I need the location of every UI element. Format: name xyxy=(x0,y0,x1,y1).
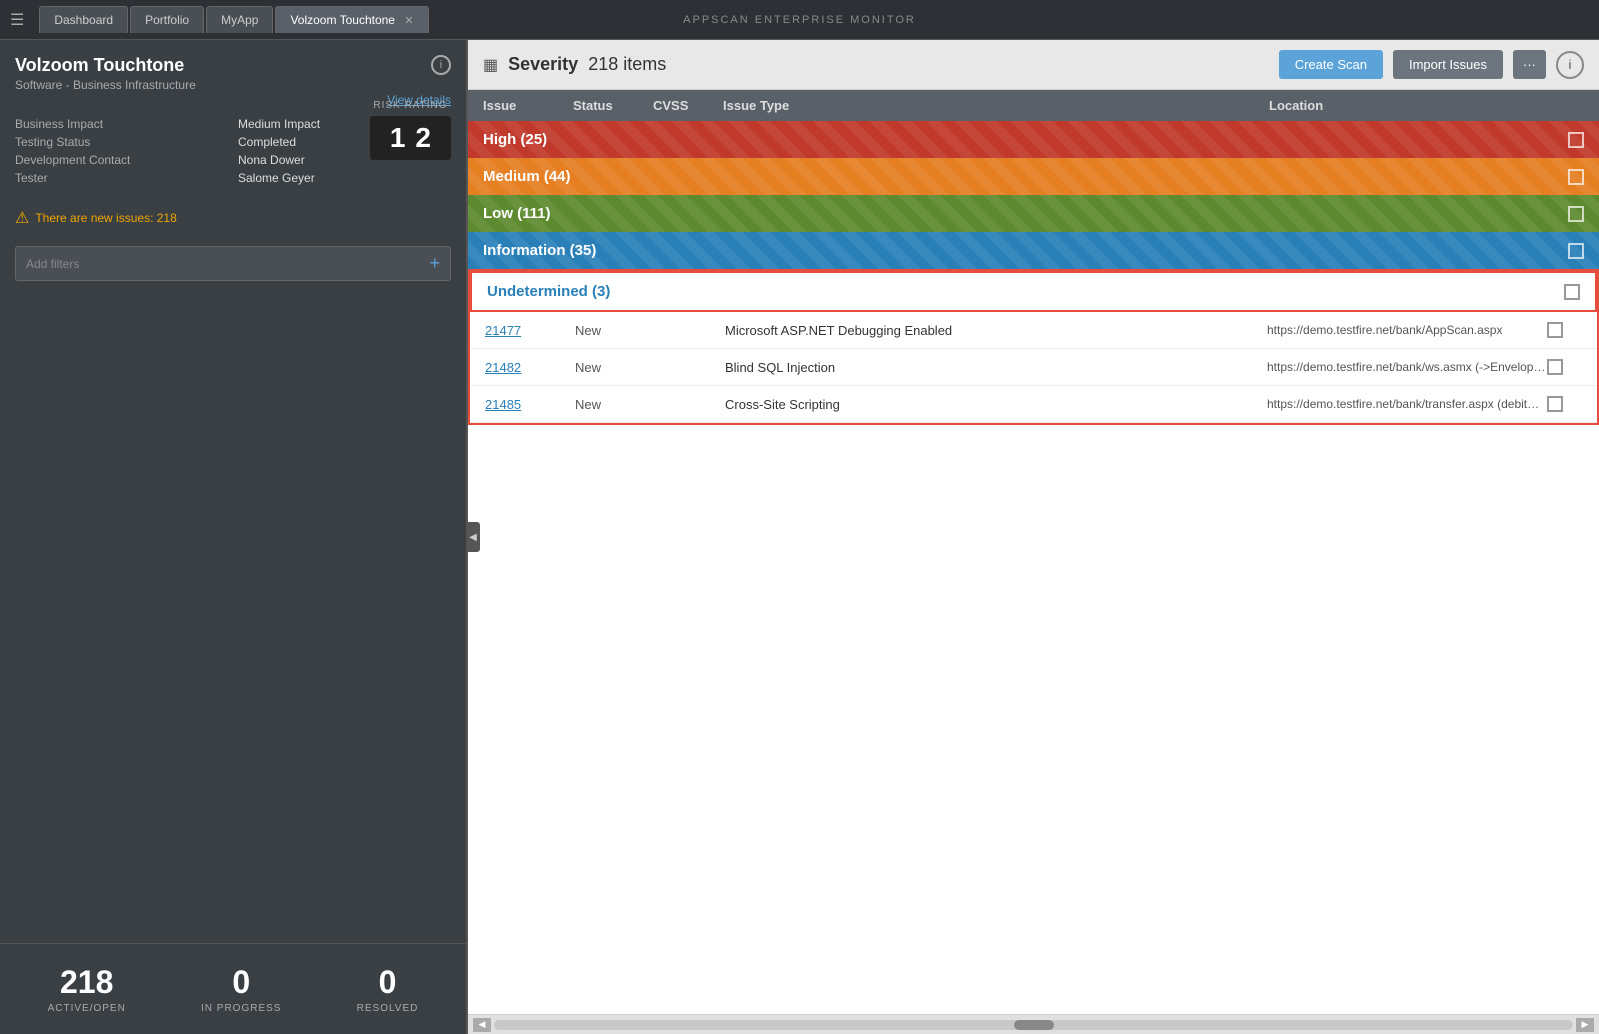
info-checkbox[interactable] xyxy=(1568,243,1584,259)
low-checkbox[interactable] xyxy=(1568,206,1584,222)
stat-resolved: 0 RESOLVED xyxy=(357,964,419,1014)
meta-label-3: Tester xyxy=(15,171,228,185)
table-icon: ▦ xyxy=(483,55,498,75)
stat-active-number: 218 xyxy=(48,964,126,1001)
issue-status-2: New xyxy=(575,397,655,412)
risk-rating-label: RISK RATING xyxy=(370,100,451,111)
issue-checkbox-2[interactable] xyxy=(1547,396,1563,412)
scroll-thumb xyxy=(1014,1020,1054,1030)
table-row: 21485 New Cross-Site Scripting https://d… xyxy=(470,386,1597,423)
issues-toolbar: ▦ Severity 218 items Create Scan Import … xyxy=(468,40,1599,90)
close-tab-icon[interactable]: ✕ xyxy=(404,15,413,27)
app-info-icon[interactable]: i xyxy=(431,55,451,75)
issue-id-1[interactable]: 21482 xyxy=(485,360,575,375)
risk-number-2: 2 xyxy=(415,122,431,154)
info-label: Information (35) xyxy=(483,242,596,259)
warning-bar: ⚠ There are new issues: 218 xyxy=(15,200,451,236)
stat-inprogress-number: 0 xyxy=(201,964,281,1001)
col-issue-type: Issue Type xyxy=(723,98,1269,113)
issue-checkbox-1[interactable] xyxy=(1547,359,1563,375)
tab-portfolio[interactable]: Portfolio xyxy=(130,6,204,33)
issue-type-0: Microsoft ASP.NET Debugging Enabled xyxy=(725,323,1267,338)
meta-value-3: Salome Geyer xyxy=(238,171,451,185)
issue-checkbox-0[interactable] xyxy=(1547,322,1563,338)
tab-volzoom[interactable]: Volzoom Touchtone ✕ xyxy=(275,6,428,33)
severity-row-low[interactable]: Low (111) xyxy=(468,195,1599,232)
severity-row-high[interactable]: High (25) xyxy=(468,121,1599,158)
tab-myapp[interactable]: MyApp xyxy=(206,6,273,33)
col-checkbox-header xyxy=(1549,98,1584,113)
stat-resolved-label: RESOLVED xyxy=(357,1003,419,1014)
high-checkbox[interactable] xyxy=(1568,132,1584,148)
issue-status-1: New xyxy=(575,360,655,375)
issue-status-0: New xyxy=(575,323,655,338)
app-name-row: Volzoom Touchtone i xyxy=(15,55,451,76)
filter-placeholder: Add filters xyxy=(26,257,79,271)
undetermined-section: Undetermined (3) 21477 New Microsoft ASP… xyxy=(468,269,1599,425)
top-bar: ☰ Dashboard Portfolio MyApp Volzoom Touc… xyxy=(0,0,1599,40)
issue-id-0[interactable]: 21477 xyxy=(485,323,575,338)
issue-location-1: https://demo.testfire.net/bank/ws.asmx (… xyxy=(1267,360,1547,374)
items-count: 218 items xyxy=(588,54,666,75)
issue-location-2: https://demo.testfire.net/bank/transfer.… xyxy=(1267,397,1547,411)
severity-row-info[interactable]: Information (35) xyxy=(468,232,1599,269)
app-subtitle: Software - Business Infrastructure xyxy=(15,78,451,92)
app-title: APPSCAN ENTERPRISE MONITOR xyxy=(683,14,916,26)
toolbar-info-icon[interactable]: i xyxy=(1556,51,1584,79)
risk-numbers: 1 2 xyxy=(370,116,451,160)
col-status: Status xyxy=(573,98,653,113)
table-header: Issue Status CVSS Issue Type Location xyxy=(468,90,1599,121)
collapse-arrow[interactable]: ◀ xyxy=(466,522,480,552)
issue-type-1: Blind SQL Injection xyxy=(725,360,1267,375)
scroll-left-button[interactable]: ◀ xyxy=(473,1018,491,1032)
meta-label-1: Testing Status xyxy=(15,135,228,149)
scroll-right-button[interactable]: ▶ xyxy=(1576,1018,1594,1032)
warning-icon: ⚠ xyxy=(15,208,29,228)
col-issue: Issue xyxy=(483,98,573,113)
low-label: Low (111) xyxy=(483,205,551,222)
severity-row-medium[interactable]: Medium (44) xyxy=(468,158,1599,195)
filter-bar[interactable]: Add filters + xyxy=(15,246,451,281)
left-content: Volzoom Touchtone i Software - Business … xyxy=(0,40,466,943)
medium-checkbox[interactable] xyxy=(1568,169,1584,185)
issue-type-2: Cross-Site Scripting xyxy=(725,397,1267,412)
tab-bar: Dashboard Portfolio MyApp Volzoom Toucht… xyxy=(39,6,428,33)
bottom-stats: 218 ACTIVE/OPEN 0 IN PROGRESS 0 RESOLVED xyxy=(0,943,466,1034)
medium-label: Medium (44) xyxy=(483,168,571,185)
create-scan-button[interactable]: Create Scan xyxy=(1279,50,1383,79)
severity-row-undetermined[interactable]: Undetermined (3) xyxy=(470,271,1597,312)
tab-dashboard[interactable]: Dashboard xyxy=(39,6,128,33)
right-panel: ▦ Severity 218 items Create Scan Import … xyxy=(468,40,1599,1034)
table-row: 21482 New Blind SQL Injection https://de… xyxy=(470,349,1597,386)
hamburger-menu[interactable]: ☰ xyxy=(10,10,24,30)
high-label: High (25) xyxy=(483,131,547,148)
table-row: 21477 New Microsoft ASP.NET Debugging En… xyxy=(470,312,1597,349)
issue-location-0: https://demo.testfire.net/bank/AppScan.a… xyxy=(1267,323,1547,337)
stat-inprogress-label: IN PROGRESS xyxy=(201,1003,281,1014)
col-cvss: CVSS xyxy=(653,98,723,113)
meta-label-2: Development Contact xyxy=(15,153,228,167)
stat-inprogress: 0 IN PROGRESS xyxy=(201,964,281,1014)
import-issues-button[interactable]: Import Issues xyxy=(1393,50,1503,79)
col-location: Location xyxy=(1269,98,1549,113)
scroll-track[interactable] xyxy=(494,1020,1573,1030)
issues-body: High (25) Medium (44) Low (111) Informat… xyxy=(468,121,1599,1014)
stat-active: 218 ACTIVE/OPEN xyxy=(48,964,126,1014)
bottom-scrollbar: ◀ ▶ xyxy=(468,1014,1599,1034)
severity-title: Severity xyxy=(508,54,578,75)
risk-number-1: 1 xyxy=(390,122,406,154)
undetermined-checkbox[interactable] xyxy=(1564,284,1580,300)
undetermined-label: Undetermined (3) xyxy=(487,283,610,300)
risk-rating-section: RISK RATING 1 2 xyxy=(370,100,451,160)
stat-resolved-number: 0 xyxy=(357,964,419,1001)
app-name: Volzoom Touchtone xyxy=(15,55,184,76)
main-layout: Volzoom Touchtone i Software - Business … xyxy=(0,40,1599,1034)
filter-plus-icon[interactable]: + xyxy=(429,253,440,274)
meta-label-0: Business Impact xyxy=(15,117,228,131)
warning-text: There are new issues: 218 xyxy=(35,211,176,225)
issue-id-2[interactable]: 21485 xyxy=(485,397,575,412)
left-panel: Volzoom Touchtone i Software - Business … xyxy=(0,40,468,1034)
stat-active-label: ACTIVE/OPEN xyxy=(48,1003,126,1014)
more-options-button[interactable]: ··· xyxy=(1513,50,1546,79)
